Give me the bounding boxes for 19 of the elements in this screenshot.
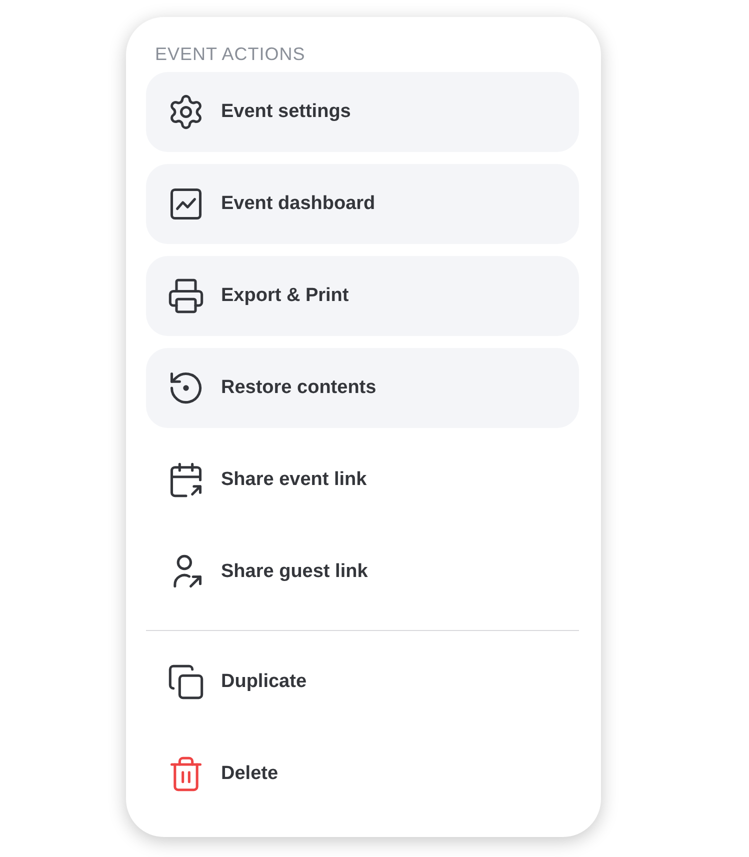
- menu-item-label: Event settings: [221, 101, 351, 123]
- menu-item[interactable]: Event dashboard: [146, 164, 579, 244]
- menu-item-label: Share event link: [221, 469, 367, 491]
- menu-item[interactable]: Duplicate: [146, 642, 579, 722]
- copy-icon: [167, 663, 205, 701]
- menu-item[interactable]: Delete: [146, 734, 579, 814]
- menu-item-label: Export & Print: [221, 285, 349, 307]
- menu-heading: EVENT ACTIONS: [154, 43, 306, 65]
- printer-icon: [167, 277, 205, 315]
- menu-item-label: Restore contents: [221, 377, 376, 399]
- menu-item[interactable]: Share event link: [146, 440, 579, 520]
- menu-item-label: Duplicate: [221, 671, 307, 693]
- menu-item-label: Share guest link: [221, 561, 368, 583]
- menu-item[interactable]: Export & Print: [146, 256, 579, 336]
- menu-item-label: Event dashboard: [221, 193, 376, 215]
- menu-item-label: Delete: [221, 763, 278, 785]
- menu-item[interactable]: Restore contents: [146, 348, 579, 428]
- menu-item[interactable]: Share guest link: [146, 532, 579, 612]
- menu-item[interactable]: Event settings: [146, 72, 579, 152]
